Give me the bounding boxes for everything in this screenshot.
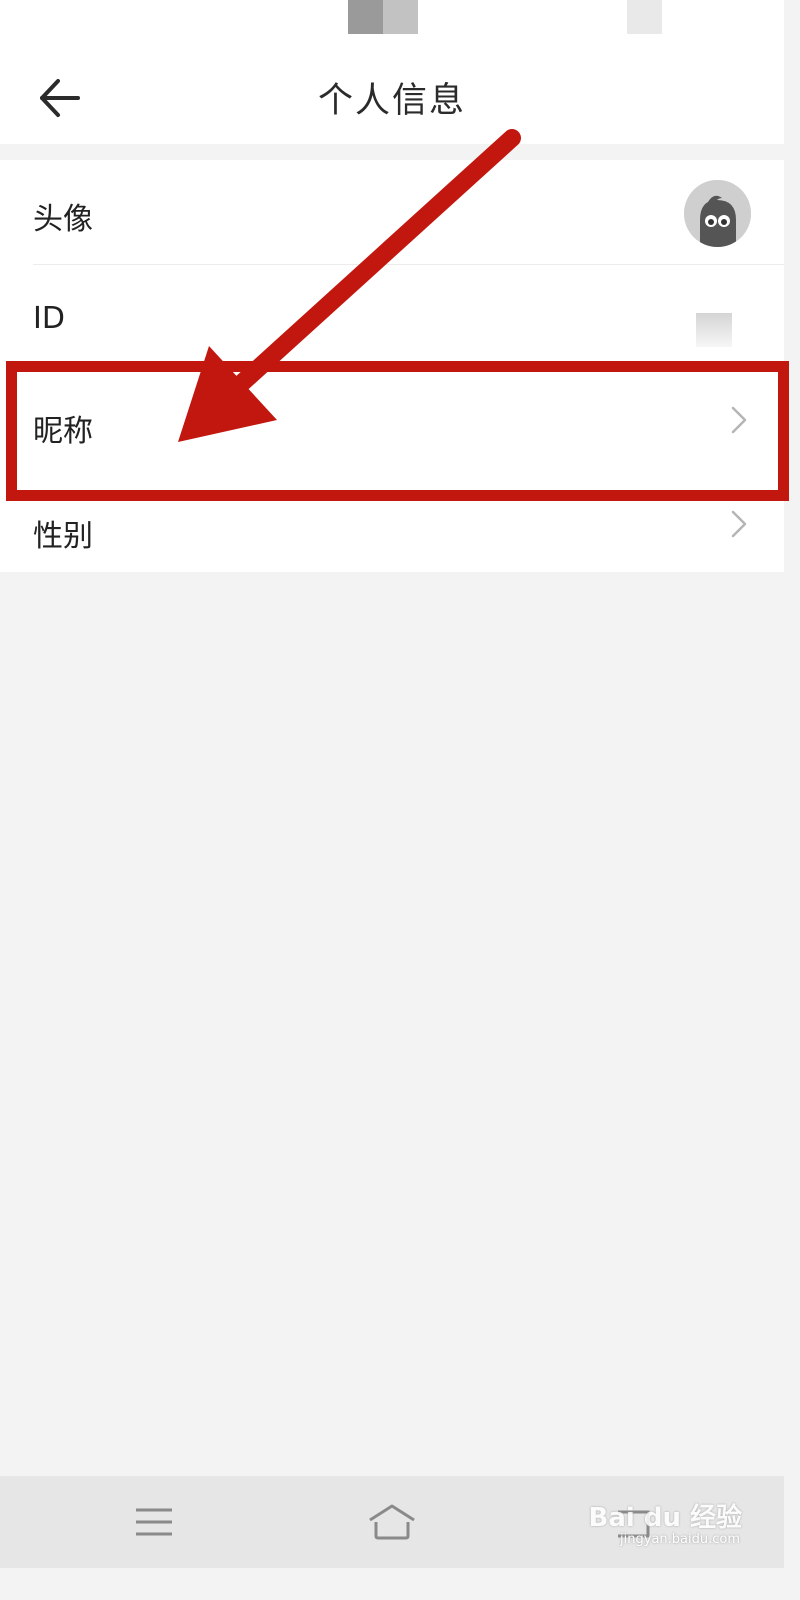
chevron-right-icon <box>731 406 747 434</box>
avatar[interactable] <box>684 180 751 247</box>
watermark: Bai du 经验 <box>588 1503 743 1533</box>
nickname-row[interactable]: 昵称 <box>0 369 784 471</box>
menu-icon <box>136 1508 172 1536</box>
gender-row[interactable]: 性别 <box>0 471 784 572</box>
avatar-icon <box>684 180 751 247</box>
status-redaction <box>627 0 662 34</box>
id-value-redaction <box>696 313 732 347</box>
status-redaction <box>383 0 418 34</box>
page-title: 个人信息 <box>317 81 466 121</box>
home-icon <box>369 1504 415 1540</box>
nickname-row-label: 昵称 <box>33 414 93 449</box>
avatar-row-label: 头像 <box>33 202 93 237</box>
header: 个人信息 <box>0 44 784 144</box>
nav-home-button[interactable] <box>362 1498 422 1548</box>
chevron-right-icon <box>731 510 747 538</box>
id-row-label: ID <box>33 301 65 336</box>
profile-list: 头像 ID 昵称 性别 <box>0 160 784 572</box>
status-redaction <box>348 0 383 34</box>
gender-row-label: 性别 <box>33 519 93 554</box>
avatar-row[interactable]: 头像 <box>0 160 784 265</box>
watermark-subtext: jingyan.baidu.com <box>620 1532 740 1547</box>
status-bar <box>0 0 784 44</box>
nav-menu-button[interactable] <box>124 1498 184 1548</box>
id-row: ID <box>0 265 784 369</box>
